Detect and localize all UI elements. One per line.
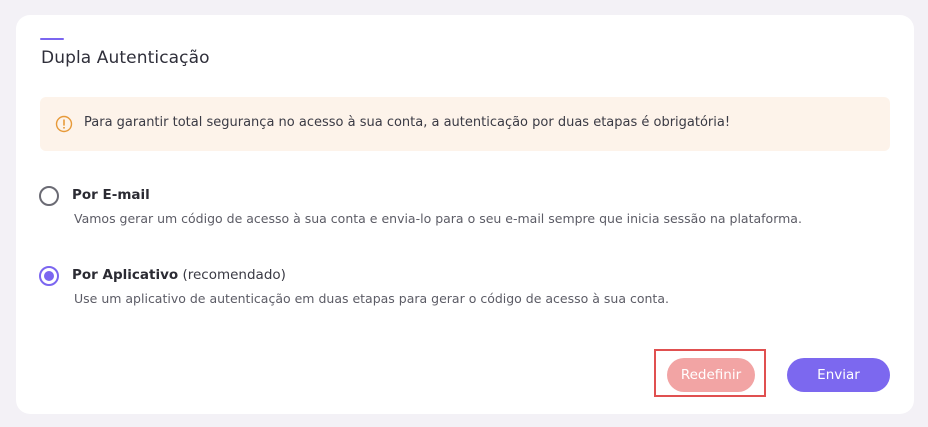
recommended-hint: (recomendado) — [182, 267, 286, 283]
option-email-label: Por E-mail — [72, 187, 150, 203]
option-email-title: Por E-mail — [72, 187, 150, 203]
warning-alert: Para garantir total segurança no acesso … — [40, 97, 890, 151]
send-button[interactable]: Enviar — [787, 358, 890, 392]
option-app-label: Por Aplicativo (recomendado) — [72, 267, 286, 283]
email-radio[interactable] — [39, 186, 59, 206]
option-app-title: Por Aplicativo — [72, 267, 179, 283]
warning-circle-icon — [55, 115, 73, 133]
option-app-description: Use um aplicativo de autenticação em dua… — [74, 291, 669, 306]
title-accent-bar — [40, 38, 64, 40]
app-radio[interactable] — [39, 266, 59, 286]
section-title: Dupla Autenticação — [41, 48, 210, 68]
option-email-description: Vamos gerar um código de acesso à sua co… — [74, 211, 802, 226]
reset-button[interactable]: Redefinir — [667, 358, 755, 392]
alert-text: Para garantir total segurança no acesso … — [84, 115, 731, 130]
two-factor-card: Dupla Autenticação Para garantir total s… — [16, 15, 914, 414]
